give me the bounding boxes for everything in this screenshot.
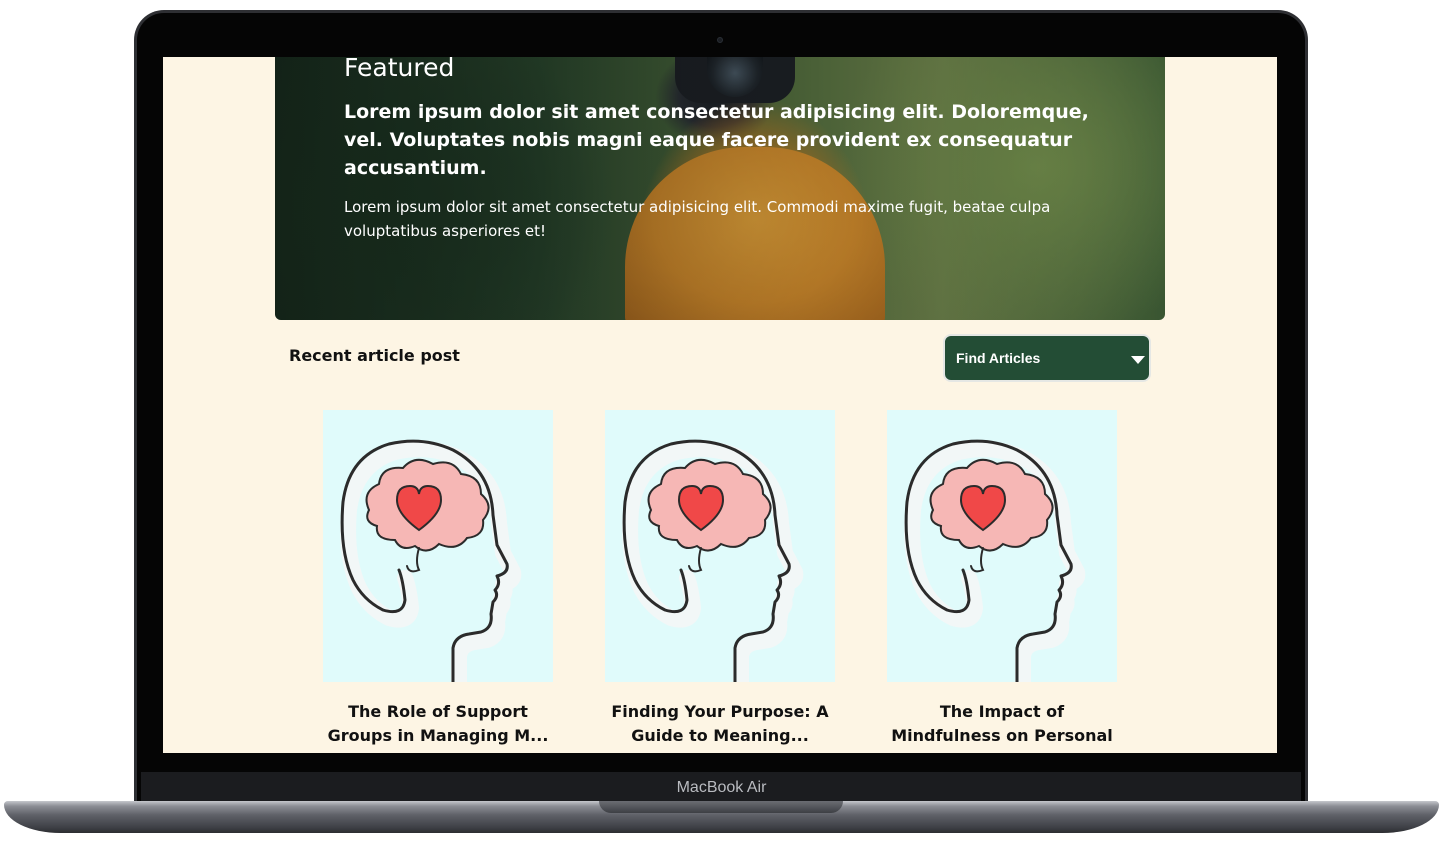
featured-description: Lorem ipsum dolor sit amet consectetur a…: [344, 198, 1051, 240]
find-articles-label: Find Articles: [956, 350, 1041, 366]
find-articles-dropdown[interactable]: Find Articles: [943, 334, 1151, 382]
article-title[interactable]: Finding Your Purpose: A Guide to Meaning…: [605, 700, 835, 748]
article-title[interactable]: The Role of Support Groups in Managing M…: [323, 700, 553, 748]
hero-overlay: [275, 57, 1165, 320]
webcam: [717, 37, 723, 43]
recent-articles-heading: Recent article post: [289, 346, 460, 365]
featured-hero[interactable]: Featured Lorem ipsum dolor sit amet cons…: [275, 57, 1165, 320]
article-card[interactable]: Finding Your Purpose: A Guide to Meaning…: [605, 410, 835, 748]
laptop-notch: [599, 801, 843, 813]
article-card[interactable]: The Impact of Mindfulness on Personal Gr…: [887, 410, 1117, 753]
head-brain-heart-illustration: [887, 410, 1117, 682]
head-brain-heart-illustration: [323, 410, 553, 682]
web-page: Featured Lorem ipsum dolor sit amet cons…: [163, 57, 1277, 753]
featured-title[interactable]: Lorem ipsum dolor sit amet consectetur a…: [344, 98, 1104, 182]
featured-label: Featured: [344, 57, 455, 82]
article-title[interactable]: The Impact of Mindfulness on Personal Gr…: [887, 700, 1117, 753]
device-label: MacBook Air: [676, 779, 767, 796]
head-brain-heart-illustration: [605, 410, 835, 682]
article-card[interactable]: The Role of Support Groups in Managing M…: [323, 410, 553, 748]
chevron-down-icon: [1131, 356, 1145, 364]
